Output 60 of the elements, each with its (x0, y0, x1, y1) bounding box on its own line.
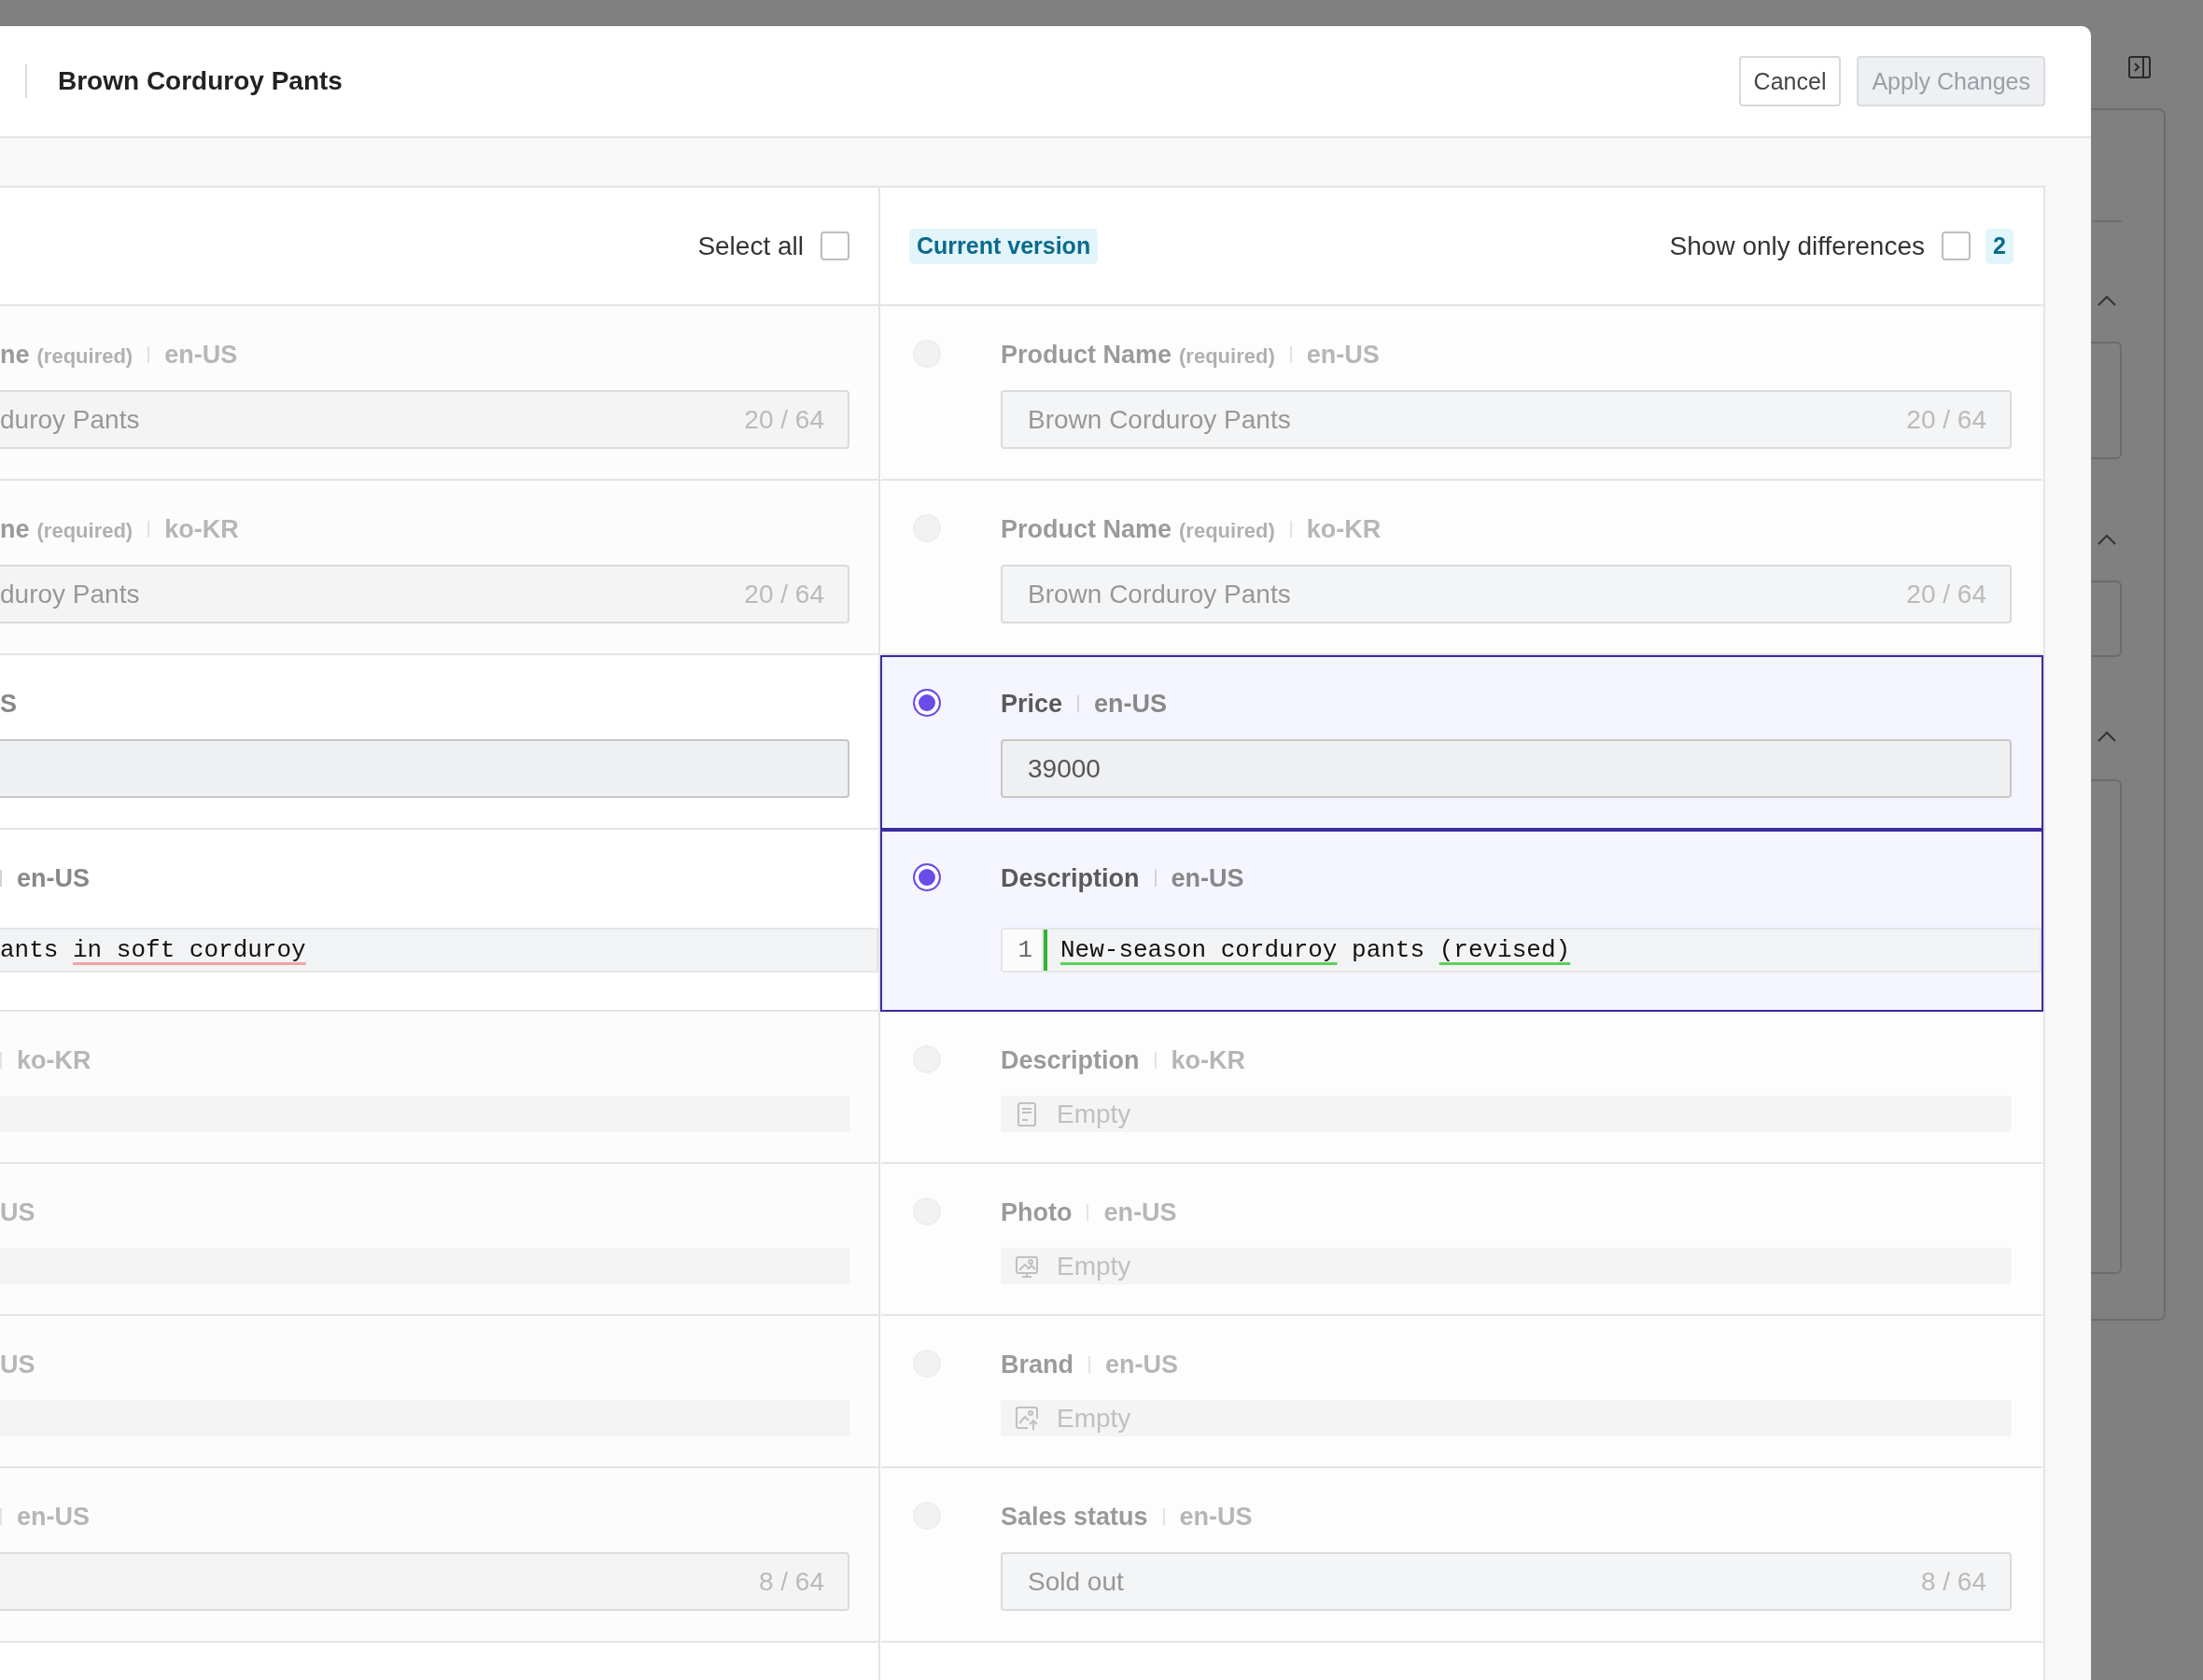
field-label: Sales status (1001, 1502, 1148, 1532)
character-counter: 20 / 64 (744, 579, 824, 609)
locale-label: en-US (164, 340, 238, 370)
differences-checkbox[interactable] (1942, 231, 1971, 260)
character-counter: 20 / 64 (744, 404, 824, 435)
required-note: (required) (1179, 343, 1275, 370)
locale-label: en-US (1094, 689, 1168, 719)
document-icon (1016, 1101, 1038, 1127)
text-field[interactable]: 39000 (1001, 739, 2012, 798)
locale-label: ko-KR (164, 514, 239, 544)
field-label: Description (1001, 863, 1140, 893)
code-line: New-season corduroy pants (revised) (1044, 930, 1571, 971)
character-counter: 20 / 64 (1906, 404, 1986, 435)
locale-label: ko-KR (1306, 514, 1382, 544)
character-counter: 20 / 64 (1906, 579, 1986, 609)
chevron-up-icon (2098, 731, 2116, 742)
field-label: ne (0, 340, 30, 370)
field-label: Product Name (1001, 340, 1172, 370)
field-label: Description (1001, 1045, 1140, 1075)
dialog-title: Brown Corduroy Pants (58, 66, 344, 96)
sidebar-toggle-icon (2128, 56, 2151, 78)
locale-label: en-US (1306, 340, 1380, 370)
locale-label: ko-KR (1171, 1045, 1246, 1075)
line-number: 1 (1003, 930, 1044, 971)
difference-count-badge: 2 (1986, 228, 2014, 264)
locale-label: US (0, 1350, 35, 1379)
code-line: ants in soft corduroy (0, 935, 306, 966)
select-all-checkbox[interactable] (821, 231, 849, 260)
field-label: Photo (1001, 1197, 1073, 1227)
locale-label: ko-KR (17, 1045, 91, 1075)
character-counter: 8 / 64 (1920, 1566, 1986, 1597)
radio-button[interactable] (913, 863, 941, 891)
required-note: (required) (1179, 518, 1275, 544)
radio-button[interactable] (913, 689, 941, 717)
required-note: (required) (36, 343, 133, 370)
chevron-up-icon (2098, 534, 2116, 545)
character-counter: 8 / 64 (758, 1566, 824, 1597)
locale-label: en-US (1179, 1502, 1253, 1532)
code-editor[interactable]: 1 New-season corduroy pants (revised) (1001, 928, 2042, 973)
locale-label: en-US (17, 1502, 90, 1532)
field-label: Price (1001, 689, 1063, 719)
image-upload-icon (1016, 1406, 1038, 1431)
locale-label: S (0, 689, 17, 719)
required-note: (required) (36, 518, 133, 544)
locale-label: en-US (1171, 863, 1244, 893)
code-editor[interactable]: ants in soft corduroy (0, 928, 878, 973)
field-label: ne (0, 514, 30, 544)
text-field[interactable] (0, 739, 849, 798)
select-all-label: Select all (697, 231, 804, 261)
field-label: Product Name (1001, 514, 1172, 544)
locale-label: en-US (1105, 1350, 1179, 1379)
locale-label: US (0, 1197, 35, 1227)
cancel-button[interactable]: Cancel (1738, 56, 1842, 106)
locale-label: en-US (17, 863, 90, 893)
chevron-up-icon (2098, 295, 2116, 306)
locale-label: en-US (1103, 1197, 1177, 1227)
field-label: Brand (1001, 1350, 1073, 1379)
version-badge: Current version (909, 228, 1099, 264)
differences-label: Show only differences (1669, 231, 1925, 261)
image-icon (1016, 1253, 1038, 1279)
